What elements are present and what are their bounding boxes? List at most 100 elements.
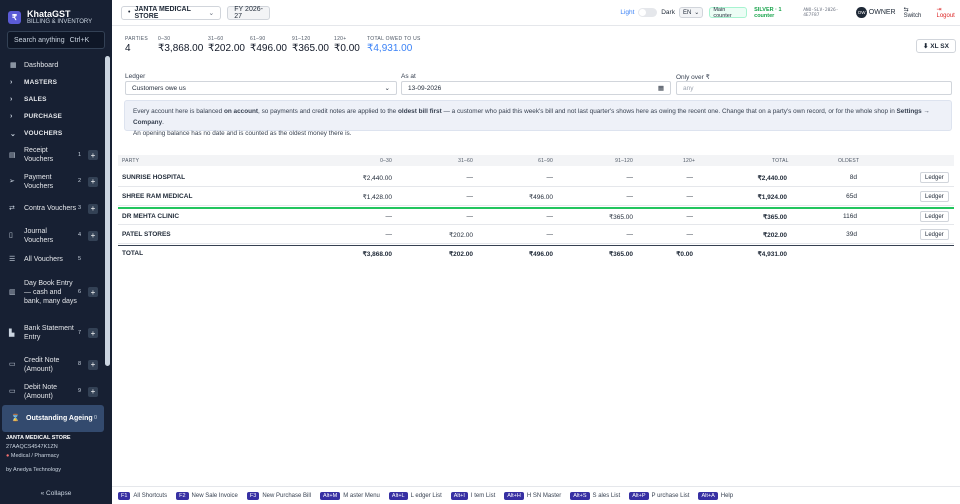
add-receipt-button[interactable]: + bbox=[88, 150, 98, 160]
add-payment-button[interactable]: + bbox=[88, 176, 98, 187]
add-contra-button[interactable]: + bbox=[88, 203, 98, 214]
sidebar-item-payment-vouchers[interactable]: ➢ Payment Vouchers 2 + bbox=[0, 168, 104, 195]
cell-120-plus: — bbox=[686, 193, 694, 200]
ledger-button[interactable]: Ledger bbox=[920, 211, 949, 222]
info-text: . bbox=[162, 119, 164, 126]
vendor-credit: by Anedya Technology bbox=[6, 467, 61, 473]
add-debit-note-button[interactable]: + bbox=[88, 386, 98, 397]
payment-icon: ➢ bbox=[9, 178, 15, 185]
info-text: — a customer who paid this week's bill a… bbox=[441, 108, 897, 115]
license-tier: SILVER · 1 counter bbox=[754, 6, 782, 19]
shortcut-key[interactable]: Alt+L bbox=[388, 491, 408, 500]
calendar-icon[interactable]: ▦ bbox=[658, 84, 664, 92]
sidebar-item-debit-note[interactable]: ▭ Debit Note (Amount) 9 + bbox=[0, 378, 104, 405]
ledger-select[interactable]: Customers owe us ⌄ bbox=[125, 81, 397, 95]
info-text-line2: An opening balance has no date and is co… bbox=[133, 130, 352, 137]
sidebar-item-dashboard[interactable]: ▦ Dashboard bbox=[0, 56, 104, 74]
info-text: Every account here is balanced bbox=[133, 108, 224, 115]
fy-selector[interactable]: FY 2026-27 bbox=[227, 5, 271, 20]
cell-oldest: 39d bbox=[846, 231, 857, 238]
kpi-value: ₹365.00 bbox=[292, 43, 329, 54]
sidebar-item-receipt-vouchers[interactable]: ▤ Receipt Vouchers 1 + bbox=[0, 142, 104, 168]
shortcut-key[interactable]: Alt+P bbox=[629, 491, 649, 500]
add-bank-statement-button[interactable]: + bbox=[88, 328, 98, 338]
cell-0-30: ₹2,440.00 bbox=[362, 174, 392, 182]
cell-total: ₹1,924.00 bbox=[757, 193, 787, 201]
hourglass-icon: ⌛ bbox=[11, 415, 20, 422]
kpi-label: 61–90 bbox=[250, 36, 266, 42]
cell-91-120: — bbox=[626, 231, 634, 238]
shortcut-key[interactable]: Alt+S bbox=[570, 491, 590, 500]
as-at-date-input[interactable]: 13-09-2026 ▦ bbox=[401, 81, 671, 95]
sidebar-item-day-book-entry[interactable]: ▥ Day Book Entry — cash and bank, many d… bbox=[0, 269, 104, 315]
shortcut-key[interactable]: F1 bbox=[118, 491, 131, 500]
shortcut-label: Help bbox=[720, 492, 734, 499]
cell-oldest: 8d bbox=[849, 174, 857, 181]
sidebar-footer: JANTA MEDICAL STORE 27AAQCS4547K1ZN ● Me… bbox=[0, 434, 112, 475]
only-over-input[interactable]: any bbox=[676, 81, 952, 95]
shortcut-number: 7 bbox=[78, 329, 82, 336]
column-header: 91–120 bbox=[615, 157, 633, 164]
shortcut-key[interactable]: Alt+I bbox=[450, 491, 468, 500]
total-label: TOTAL bbox=[122, 250, 144, 257]
ledger-button[interactable]: Ledger bbox=[920, 172, 949, 183]
sidebar-item-all-vouchers[interactable]: ☰ All Vouchers 5 bbox=[0, 249, 104, 269]
export-xlsx-button[interactable]: ⬇ XL SX bbox=[916, 39, 956, 53]
shortcut-key[interactable]: Alt+A bbox=[698, 491, 718, 500]
dark-theme-label[interactable]: Dark bbox=[661, 9, 675, 16]
sidebar-item-outstanding-ageing[interactable]: ⌛ Outstanding Ageing 0 bbox=[2, 405, 104, 432]
sidebar-item-credit-note[interactable]: ▭ Credit Note (Amount) 8 + bbox=[0, 351, 104, 378]
shortcut-key[interactable]: Alt+H bbox=[504, 491, 524, 500]
brand: ₹ KhataGST BILLING & INVENTORY bbox=[0, 0, 112, 28]
switch-button[interactable]: ⇆ Switch bbox=[904, 6, 927, 19]
kpi-label: 120+ bbox=[334, 36, 347, 42]
avatar[interactable]: OW bbox=[856, 7, 867, 18]
chevron-right-icon: › bbox=[10, 96, 13, 103]
sidebar-item-bank-statement-entry[interactable]: ▙ Bank Statement Entry 7 + bbox=[0, 315, 104, 351]
collapse-button[interactable]: « Collapse bbox=[0, 490, 112, 497]
sidebar-section-masters[interactable]: › MASTERS bbox=[0, 74, 104, 91]
sidebar-scrollbar[interactable] bbox=[105, 56, 110, 366]
switch-label: Switch bbox=[903, 13, 922, 19]
main-content: PARTIES 4 0–30 ₹3,868.00 31–60 ₹202.00 61–9… bbox=[112, 26, 960, 486]
shortcut-label: New Purchase Bill bbox=[262, 492, 311, 499]
table-row[interactable]: SHREE RAM MEDICAL ₹1,428.00 — ₹496.00 — … bbox=[118, 188, 954, 206]
total-91-120: ₹365.00 bbox=[608, 250, 633, 258]
search-input[interactable]: Search anything Ctrl+K bbox=[7, 31, 105, 49]
shortcut-key[interactable]: F2 bbox=[176, 491, 189, 500]
store-selector[interactable]: • JANTA MEDICAL STORE ⌄ bbox=[121, 5, 222, 20]
shortcut-key[interactable]: F3 bbox=[246, 491, 260, 500]
kpi-label: 31–60 bbox=[208, 36, 224, 42]
sidebar-item-contra-vouchers[interactable]: ⇄ Contra Vouchers 3 + bbox=[0, 195, 104, 222]
shortcut-key[interactable]: Alt+M bbox=[320, 491, 341, 500]
language-selector[interactable]: EN ⌄ bbox=[678, 7, 704, 18]
table-row[interactable]: SUNRISE HOSPITAL ₹2,440.00 — — — — ₹2,44… bbox=[118, 169, 954, 187]
ledger-button[interactable]: Ledger bbox=[920, 191, 949, 202]
table-total-row: TOTAL ₹3,868.00 ₹202.00 ₹496.00 ₹365.00 … bbox=[118, 245, 954, 261]
sidebar-section-sales[interactable]: › SALES bbox=[0, 91, 104, 108]
add-day-book-button[interactable]: + bbox=[88, 287, 98, 297]
theme-toggle[interactable] bbox=[638, 8, 658, 17]
gstin: 27AAQCS4547K1ZN bbox=[6, 444, 58, 450]
kpi-value: ₹202.00 bbox=[208, 43, 245, 54]
chevron-down-icon: ⌄ bbox=[10, 130, 17, 138]
shortcut-number: 8 bbox=[78, 361, 82, 367]
counter-label: Main counter bbox=[713, 6, 732, 19]
sidebar-section-label: VOUCHERS bbox=[24, 130, 63, 137]
chevron-right-icon: › bbox=[10, 79, 13, 86]
sidebar-section-purchase[interactable]: › PURCHASE bbox=[0, 108, 104, 125]
add-journal-button[interactable]: + bbox=[88, 230, 98, 241]
sidebar-item-journal-vouchers[interactable]: ▯ Journal Vouchers 4 + bbox=[0, 222, 104, 249]
logout-button[interactable]: ⇥ Logout bbox=[936, 6, 960, 19]
cell-61-90: — bbox=[546, 231, 554, 238]
sidebar-section-vouchers[interactable]: ⌄ VOUCHERS bbox=[0, 125, 104, 142]
light-theme-label[interactable]: Light bbox=[620, 9, 634, 16]
kpi-value: ₹496.00 bbox=[250, 43, 287, 54]
dashboard-icon: ▦ bbox=[10, 62, 17, 69]
add-credit-note-button[interactable]: + bbox=[88, 359, 98, 370]
ledger-button[interactable]: Ledger bbox=[920, 229, 949, 240]
table-row[interactable]: PATEL STORES — ₹202.00 — — — ₹202.00 39d… bbox=[118, 226, 954, 244]
table-row[interactable]: DR MEHTA CLINIC — — — ₹365.00 — ₹365.00 … bbox=[118, 207, 954, 225]
brand-name: KhataGST bbox=[27, 8, 71, 19]
bank-icon: ▙ bbox=[9, 329, 15, 337]
